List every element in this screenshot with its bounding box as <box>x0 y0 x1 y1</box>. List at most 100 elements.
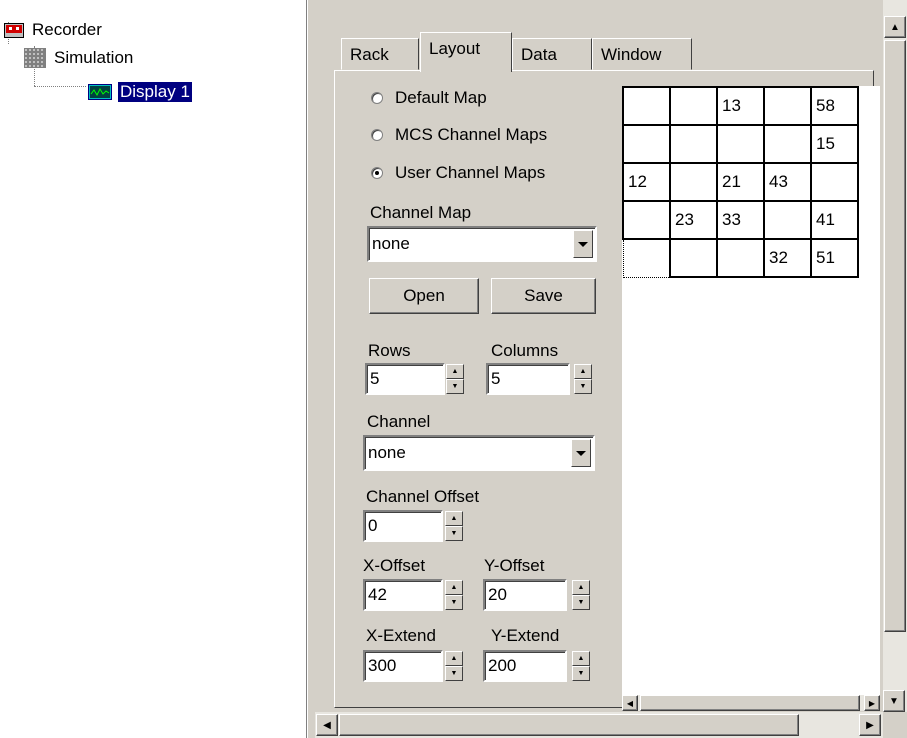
open-button[interactable]: Open <box>369 278 479 314</box>
spin-up-icon[interactable]: ▲ <box>574 364 592 379</box>
channel-offset-input[interactable]: 0 <box>363 510 443 542</box>
grid-horizontal-scrollbar[interactable]: ◀ ▶ <box>622 695 880 711</box>
grid-cell[interactable] <box>622 124 671 164</box>
grid-cell[interactable] <box>716 124 765 164</box>
radio-button-icon <box>371 167 383 179</box>
grid-cell[interactable] <box>669 124 718 164</box>
grid-cell[interactable]: 33 <box>716 200 765 240</box>
size-grip[interactable] <box>883 712 907 738</box>
channel-layout-grid-view[interactable]: 13 58 15 12 21 43 23 33 41 32 51 ◀ ▶ <box>622 86 880 711</box>
y-extend-spinner[interactable]: ▲ ▼ <box>572 651 590 681</box>
x-offset-label: X-Offset <box>363 556 426 575</box>
spin-up-icon[interactable]: ▲ <box>445 651 463 666</box>
spin-down-icon[interactable]: ▼ <box>574 379 592 394</box>
grid-cell[interactable] <box>669 86 718 126</box>
tab-data[interactable]: Data <box>512 38 592 70</box>
x-extend-input[interactable]: 300 <box>363 650 443 682</box>
grid-cell[interactable] <box>810 162 859 202</box>
tree-connector <box>34 86 86 87</box>
tab-rack[interactable]: Rack <box>341 38 419 70</box>
spin-down-icon[interactable]: ▼ <box>446 379 464 394</box>
scroll-thumb[interactable] <box>339 714 799 736</box>
tree-view[interactable]: Recorder Simulation Display 1 <box>0 0 307 738</box>
spin-down-icon[interactable]: ▼ <box>445 526 463 541</box>
horizontal-scrollbar[interactable]: ◀ ▶ <box>315 712 883 738</box>
spin-down-icon[interactable]: ▼ <box>572 666 590 681</box>
scroll-thumb[interactable] <box>884 40 906 632</box>
scroll-down-icon[interactable]: ▼ <box>883 690 905 712</box>
grid-cell[interactable]: 58 <box>810 86 859 126</box>
grid-cell[interactable]: 51 <box>810 238 859 278</box>
radio-mcs-channel-maps[interactable]: MCS Channel Maps <box>371 125 547 145</box>
y-extend-input[interactable]: 200 <box>483 650 567 682</box>
y-offset-input[interactable]: 20 <box>483 579 567 611</box>
radio-label: MCS Channel Maps <box>395 125 548 144</box>
radio-default-map[interactable]: Default Map <box>371 88 487 108</box>
scroll-right-icon[interactable]: ▶ <box>864 695 880 711</box>
spin-up-icon[interactable]: ▲ <box>445 580 463 595</box>
spin-down-icon[interactable]: ▼ <box>572 595 590 610</box>
y-offset-value: 20 <box>488 585 507 604</box>
rows-input[interactable]: 5 <box>365 363 445 395</box>
grid-cell[interactable]: 43 <box>763 162 812 202</box>
grid-cell[interactable] <box>716 238 765 278</box>
tab-window[interactable]: Window <box>592 38 692 70</box>
grid-cell[interactable] <box>669 238 718 278</box>
grid-cell[interactable] <box>763 124 812 164</box>
tab-label: Data <box>521 45 557 64</box>
y-offset-spinner[interactable]: ▲ ▼ <box>572 580 590 610</box>
grid-cell[interactable] <box>622 238 671 278</box>
vertical-scrollbar[interactable]: ▲ <box>883 0 907 712</box>
tree-item-recorder[interactable]: Recorder <box>4 18 104 42</box>
tab-layout[interactable]: Layout <box>420 32 512 72</box>
channel-map-value: none <box>372 234 410 253</box>
spin-down-icon[interactable]: ▼ <box>445 666 463 681</box>
spin-down-icon[interactable]: ▼ <box>445 595 463 610</box>
scroll-left-icon[interactable]: ◀ <box>316 714 338 736</box>
radio-user-channel-maps[interactable]: User Channel Maps <box>371 163 545 183</box>
display-icon <box>88 84 112 100</box>
scroll-right-icon[interactable]: ▶ <box>859 714 881 736</box>
radio-label: Default Map <box>395 88 487 107</box>
channel-dropdown[interactable]: none <box>363 435 595 471</box>
save-button[interactable]: Save <box>491 278 596 314</box>
grid-cell[interactable]: 21 <box>716 162 765 202</box>
tab-label: Layout <box>429 39 481 58</box>
channel-label: Channel <box>367 412 431 431</box>
grid-cell[interactable]: 41 <box>810 200 859 240</box>
grid-cell[interactable]: 32 <box>763 238 812 278</box>
grid-cell[interactable] <box>763 200 812 240</box>
grid-cell[interactable]: 13 <box>716 86 765 126</box>
tree-item-simulation[interactable]: Simulation <box>24 46 135 70</box>
columns-input[interactable]: 5 <box>486 363 570 395</box>
rows-spinner[interactable]: ▲ ▼ <box>446 364 464 394</box>
tab-label: Window <box>601 45 662 64</box>
grid-cell[interactable] <box>622 200 671 240</box>
scroll-thumb[interactable] <box>640 695 860 711</box>
pane-splitter[interactable] <box>307 0 315 738</box>
tree-item-label: Display 1 <box>118 82 192 102</box>
channel-offset-label: Channel Offset <box>366 487 480 506</box>
grid-cell[interactable]: 23 <box>669 200 718 240</box>
grid-cell[interactable]: 15 <box>810 124 859 164</box>
spin-up-icon[interactable]: ▲ <box>446 364 464 379</box>
grid-cell[interactable]: 12 <box>622 162 671 202</box>
grid-cell[interactable] <box>622 86 671 126</box>
x-extend-spinner[interactable]: ▲ ▼ <box>445 651 463 681</box>
x-offset-spinner[interactable]: ▲ ▼ <box>445 580 463 610</box>
grid-cell[interactable] <box>669 162 718 202</box>
columns-spinner[interactable]: ▲ ▼ <box>574 364 592 394</box>
spin-up-icon[interactable]: ▲ <box>572 651 590 666</box>
spin-up-icon[interactable]: ▲ <box>445 511 463 526</box>
scroll-up-icon[interactable]: ▲ <box>884 16 906 38</box>
chevron-down-icon[interactable] <box>573 230 593 258</box>
tree-item-display-1[interactable]: Display 1 <box>88 80 192 104</box>
properties-pane: Rack Layout Data Window Default Map MCS … <box>315 0 907 738</box>
x-offset-input[interactable]: 42 <box>363 579 443 611</box>
channel-map-dropdown[interactable]: none <box>367 226 597 262</box>
chevron-down-icon[interactable] <box>571 439 591 467</box>
grid-cell[interactable] <box>763 86 812 126</box>
spin-up-icon[interactable]: ▲ <box>572 580 590 595</box>
scroll-left-icon[interactable]: ◀ <box>622 695 638 711</box>
channel-offset-spinner[interactable]: ▲ ▼ <box>445 511 463 541</box>
